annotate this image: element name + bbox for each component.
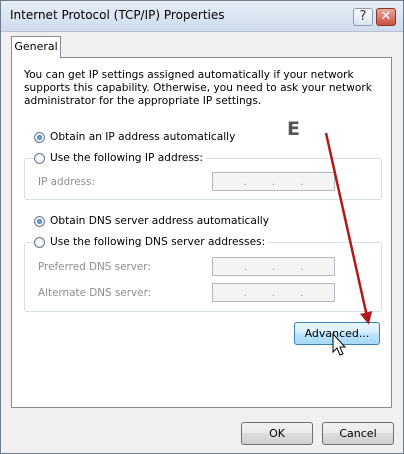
- annotation-overlay: [324, 132, 373, 356]
- tab-general[interactable]: General: [11, 36, 61, 58]
- annotation-arrow: [324, 132, 373, 325]
- mouse-cursor-icon: [332, 332, 347, 356]
